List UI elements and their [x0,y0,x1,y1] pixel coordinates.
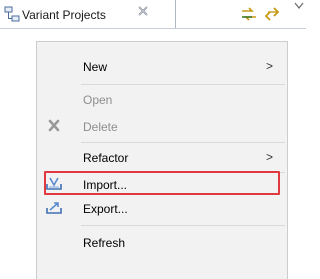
sync-icon[interactable] [241,6,257,22]
menu-item-label: Refresh [83,236,126,250]
menu-item-open[interactable]: Open [37,88,287,110]
close-icon[interactable] [136,4,150,18]
export-icon [46,202,62,214]
menu-item-label: Delete [83,120,118,134]
menu-item-export[interactable]: Export... [37,197,287,219]
menu-item-new[interactable]: New > [37,55,287,77]
submenu-arrow-icon: > [265,150,273,164]
menu-item-label: Refactor [83,151,129,165]
delete-icon [48,119,60,132]
link-with-editor-icon[interactable] [264,6,280,22]
context-menu: New > Open Delete Refactor > Import... E… [36,41,288,279]
menu-item-label: Open [83,93,113,107]
submenu-arrow-icon: > [265,59,273,73]
view-tab-bar: Variant Projects [0,0,306,29]
tab-bar-divider [0,28,306,29]
project-hierarchy-icon [4,6,20,22]
tab-title: Variant Projects [22,8,106,22]
menu-separator [81,225,285,226]
view-menu-chevron-icon[interactable] [294,2,304,10]
menu-separator [81,142,285,143]
menu-separator [81,84,285,85]
menu-item-label: Export... [83,202,128,216]
menu-item-refresh[interactable]: Refresh [37,231,287,253]
menu-item-label: New [83,60,108,74]
menu-item-delete[interactable]: Delete [37,115,287,137]
menu-item-refactor[interactable]: Refactor > [37,146,287,168]
variant-projects-view: Variant Projects New > Open Delete Refac… [0,0,306,279]
tab-variant-projects[interactable]: Variant Projects [0,0,176,29]
import-highlight-box [44,171,280,195]
